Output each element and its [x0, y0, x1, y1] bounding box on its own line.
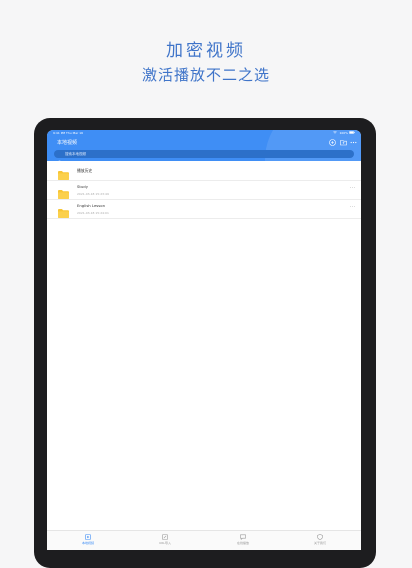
tab-label: URL导入	[145, 541, 185, 545]
tab-local-video[interactable]: 本地视频	[68, 533, 108, 545]
list-item-history[interactable]: 播放历史	[47, 161, 361, 181]
more-icon[interactable]: ···	[350, 185, 356, 191]
folder-icon	[58, 184, 69, 193]
battery-icon	[349, 131, 355, 134]
folder-name: Study	[77, 184, 88, 189]
add-icon[interactable]	[329, 139, 336, 146]
folder-upload-icon[interactable]	[340, 139, 347, 146]
folder-date: 2021-03-18 15:23:49	[77, 192, 109, 196]
wifi-icon	[333, 131, 337, 135]
search-bar[interactable]: 搜索本地视频	[54, 150, 354, 158]
status-time: 9:41 PM Thu Mar 16	[53, 131, 83, 135]
folder-date: 2021-03-18 15:24:01	[77, 211, 109, 215]
tab-label: 本地视频	[68, 541, 108, 545]
search-input[interactable]: 搜索本地视频	[65, 150, 86, 158]
app-header: 9:41 PM Thu Mar 16 100% 本地视频 搜索本地视频	[47, 130, 361, 161]
promo-subtitle: 激活播放不二之选	[0, 64, 412, 85]
tab-about-us[interactable]: 关于我们	[300, 533, 340, 545]
bottom-tab-bar: 本地视频 URL导入 在线播放 关于我们	[47, 530, 361, 550]
battery-indicator: 100%	[339, 131, 355, 135]
battery-percent: 100%	[339, 131, 348, 135]
folder-icon	[58, 203, 69, 212]
tab-label: 在线播放	[223, 541, 263, 545]
more-icon[interactable]: ···	[350, 204, 356, 210]
tab-online-play[interactable]: 在线播放	[223, 533, 263, 545]
promo-title: 加密视频	[0, 36, 412, 61]
list-item-english-lesson[interactable]: English Lesson 2021-03-18 15:24:01 ···	[47, 199, 361, 219]
search-icon	[57, 151, 63, 157]
folder-icon	[58, 165, 69, 174]
tab-url-import[interactable]: URL导入	[145, 533, 185, 545]
more-icon[interactable]	[350, 139, 357, 146]
tab-label: 关于我们	[300, 541, 340, 545]
status-bar: 9:41 PM Thu Mar 16 100%	[47, 131, 361, 137]
link-icon	[162, 534, 168, 540]
chat-icon	[240, 534, 246, 540]
list-item-study[interactable]: Study 2021-03-18 15:23:49 ···	[47, 180, 361, 200]
folder-name: 播放历史	[77, 168, 92, 174]
app-screen: 9:41 PM Thu Mar 16 100% 本地视频 搜索本地视频	[47, 130, 361, 550]
folder-name: English Lesson	[77, 203, 105, 208]
video-icon	[85, 534, 91, 540]
shield-icon	[317, 534, 323, 540]
app-title: 本地视频	[57, 139, 77, 146]
